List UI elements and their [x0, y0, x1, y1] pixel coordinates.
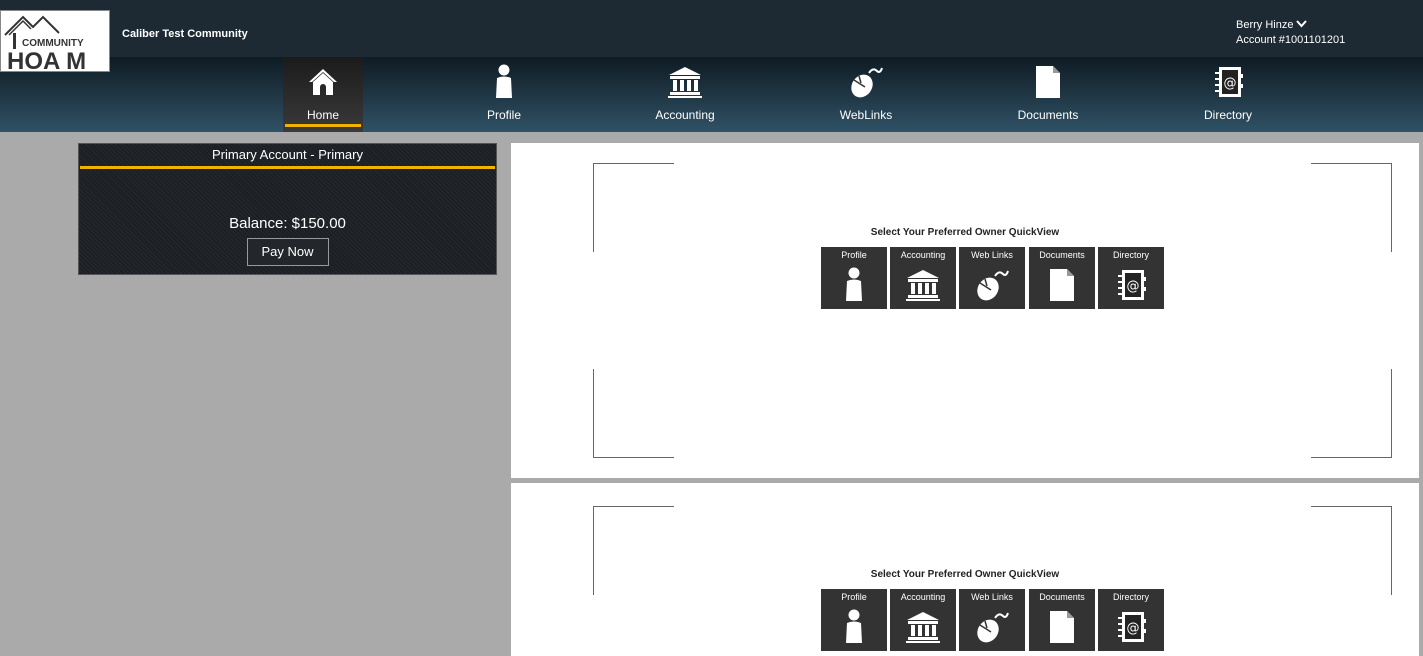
quickview-options: Profile Accounting Web Links Documents D… — [821, 589, 1171, 651]
tile-label: Documents — [1039, 592, 1085, 602]
nav-label: Accounting — [655, 108, 715, 122]
primary-account-card: Primary Account - Primary Balance: $150.… — [78, 143, 497, 275]
document-icon — [1029, 607, 1095, 647]
person-icon — [821, 265, 887, 305]
quickview-documents-tile[interactable]: Documents — [1029, 589, 1095, 651]
address-book-icon — [1098, 607, 1164, 647]
nav-directory[interactable]: Directory — [1173, 57, 1283, 132]
user-name-dropdown[interactable]: Berry Hinze — [1236, 18, 1345, 33]
home-icon — [283, 64, 363, 100]
tile-label: Web Links — [971, 592, 1013, 602]
tile-label: Accounting — [900, 250, 946, 260]
mouse-icon — [959, 265, 1025, 305]
quickview-panel: Select Your Preferred Owner QuickView Pr… — [511, 483, 1419, 656]
quickview-accounting-tile[interactable]: Accounting — [890, 589, 956, 651]
quickview-options: Profile Accounting Web Links Documents D… — [821, 247, 1171, 309]
tile-label: Directory — [1112, 250, 1149, 260]
nav-label: Directory — [1203, 108, 1252, 122]
corner-bracket — [1311, 163, 1392, 252]
quickview-accounting-tile[interactable]: Accounting — [890, 247, 956, 309]
document-icon — [993, 64, 1103, 100]
nav-profile[interactable]: Profile — [449, 57, 559, 132]
quickview-directory-tile[interactable]: Directory — [1098, 247, 1164, 309]
tile-label: Profile — [841, 250, 867, 260]
quickview-title: Select Your Preferred Owner QuickView — [870, 569, 1060, 580]
mouse-icon — [811, 64, 921, 100]
account-title: Primary Account - Primary — [212, 147, 363, 162]
account-title-rule — [80, 166, 495, 169]
tile-label: Directory — [1112, 592, 1149, 602]
corner-bracket — [1311, 369, 1392, 458]
quickview-title: Select Your Preferred Owner QuickView — [870, 227, 1060, 238]
user-name: Berry Hinze — [1236, 19, 1294, 31]
user-menu[interactable]: Berry Hinze Account #1001101201 — [1236, 18, 1345, 48]
account-balance: Balance: $150.00 — [229, 215, 346, 232]
quickview-profile-tile[interactable]: Profile — [821, 589, 887, 651]
main-nav: Home Profile Accounting WebLinks Documen… — [0, 57, 1423, 132]
top-bar: Caliber Test Community Berry Hinze Accou… — [0, 0, 1423, 58]
nav-label: WebLinks — [839, 108, 893, 122]
tile-label: Accounting — [900, 592, 946, 602]
nav-documents[interactable]: Documents — [993, 57, 1103, 132]
nav-label: Documents — [1017, 108, 1079, 122]
logo-text-bottom: HOA M — [7, 48, 86, 71]
corner-bracket — [593, 163, 674, 252]
address-book-icon — [1098, 265, 1164, 305]
bank-icon — [890, 265, 956, 305]
bank-icon — [630, 64, 740, 100]
nav-label: Home — [306, 108, 339, 122]
bank-icon — [890, 607, 956, 647]
quickview-weblinks-tile[interactable]: Web Links — [959, 247, 1025, 309]
corner-bracket — [593, 506, 674, 595]
tile-label: Web Links — [971, 250, 1013, 260]
quickview-panel: Select Your Preferred Owner QuickView Pr… — [511, 143, 1419, 478]
person-icon — [449, 64, 559, 100]
person-icon — [821, 607, 887, 647]
mouse-icon — [959, 607, 1025, 647]
pay-now-button[interactable]: Pay Now — [246, 238, 329, 266]
tile-label: Profile — [841, 592, 867, 602]
nav-label: Profile — [486, 108, 521, 122]
nav-weblinks[interactable]: WebLinks — [811, 57, 921, 132]
community-name: Caliber Test Community — [122, 28, 248, 40]
quickview-directory-tile[interactable]: Directory — [1098, 589, 1164, 651]
community-hoam-logo[interactable]: COMMUNITY HOA M — [0, 10, 110, 72]
tile-label: Documents — [1039, 250, 1085, 260]
document-icon — [1029, 265, 1095, 305]
quickview-profile-tile[interactable]: Profile — [821, 247, 887, 309]
active-indicator — [285, 124, 361, 127]
chevron-down-icon — [1296, 18, 1308, 33]
corner-bracket — [593, 369, 674, 458]
corner-bracket — [1311, 506, 1392, 595]
quickview-documents-tile[interactable]: Documents — [1029, 247, 1095, 309]
account-number: Account #1001101201 — [1236, 34, 1346, 46]
nav-accounting[interactable]: Accounting — [630, 57, 740, 132]
nav-home[interactable]: Home — [283, 57, 363, 132]
address-book-icon — [1173, 64, 1283, 100]
quickview-weblinks-tile[interactable]: Web Links — [959, 589, 1025, 651]
